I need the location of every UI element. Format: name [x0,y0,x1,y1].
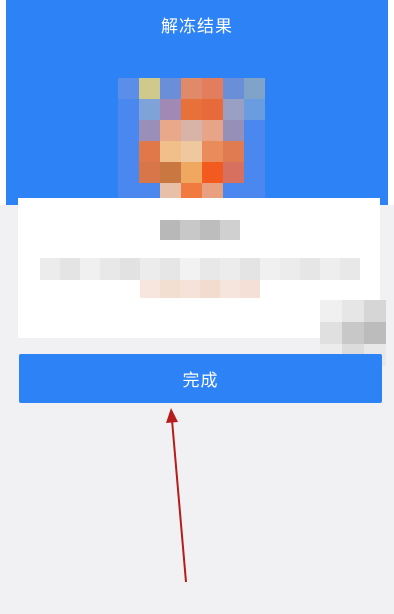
arrow-head [166,408,178,423]
annotation-arrow [166,408,187,583]
arrow-shaft [171,419,187,583]
